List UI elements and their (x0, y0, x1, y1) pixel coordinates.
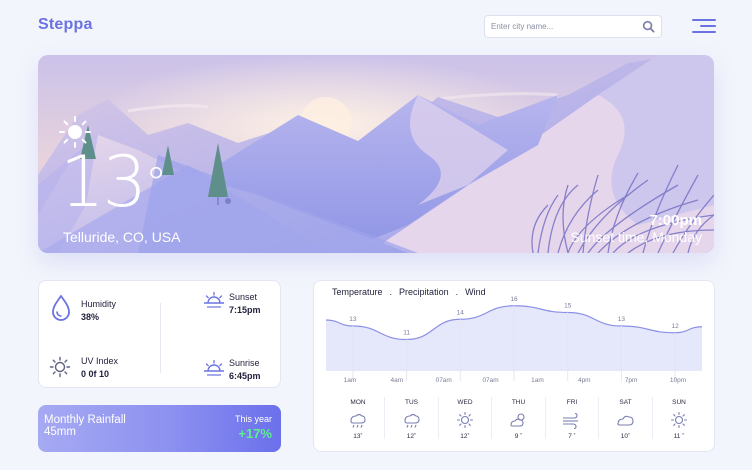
rain-icon (403, 413, 420, 428)
temperature-value: 13 (60, 141, 147, 223)
chart-x-tick-label: 07am (482, 377, 498, 384)
humidity-icon (52, 294, 70, 321)
rainfall-amount: 45mm (44, 426, 76, 438)
chart-x-tick-label: 4pm (578, 377, 591, 384)
forecast-day-separator (437, 397, 439, 439)
chart-data-label: 11 (403, 330, 410, 337)
humidity-value: 38% (81, 312, 100, 322)
sunset-stat-label: Sunset (229, 292, 258, 302)
forecast-day-name: SUN (672, 399, 686, 406)
chart-x-tick-label: 07am (436, 377, 452, 384)
rainfall-title: Monthly Rainfall (44, 414, 126, 426)
cloud-icon (616, 415, 634, 426)
sunrise-icon (204, 359, 224, 376)
sunset-stat-value: 7:15pm (229, 305, 261, 315)
sunset-time: 7:00pm (649, 212, 702, 229)
partly-cloudy-icon (509, 413, 525, 427)
degree-symbol: ° (145, 158, 167, 209)
rain-icon (350, 413, 366, 428)
forecast-day[interactable]: WED 12˚ (443, 399, 487, 440)
forecast-day-temp: 9 ˚ (514, 433, 523, 440)
forecast-day-temp: 10˚ (620, 433, 631, 440)
forecast-day-temp: 12˚ (406, 433, 417, 440)
forecast-card: Temperature . Precipitation . Wind 13 11 1… (313, 280, 715, 452)
forecast-day-separator (384, 397, 385, 439)
chart-x-tick-label: 1am (531, 377, 544, 384)
forecast-day-name: TUS (405, 399, 418, 406)
current-weather-banner: 13° Telluride, CO, USA 7:00pm Sunset tim… (38, 55, 714, 253)
forecast-day-separator (491, 397, 492, 439)
temperature-chart: 13 11 14 16 15 13 12 1am 4am 07am 07am 1am 4pm 7pm 10p… (325, 296, 703, 384)
rainfall-change: +17% (238, 426, 272, 441)
sun-icon (670, 411, 688, 429)
chart-x-tick-label: 4am (391, 377, 404, 384)
uv-index-label: UV Index (81, 356, 119, 366)
menu-icon[interactable] (692, 17, 716, 35)
forecast-day[interactable]: TUS 12˚ (390, 399, 434, 440)
chart-x-tick-label: 10pm (670, 377, 686, 384)
chart-data-label: 13 (349, 316, 357, 323)
forecast-day[interactable]: SAT 10˚ (604, 399, 648, 440)
chart-data-label: 12 (672, 323, 680, 330)
forecast-day[interactable]: FRI 7 ˚ (550, 399, 594, 440)
forecast-day[interactable]: MON 13˚ (336, 399, 380, 440)
chart-x-tick-label: 7pm (625, 377, 638, 384)
forecast-day-name: WED (457, 399, 473, 406)
forecast-day-temp: 13˚ (353, 433, 363, 440)
sun-icon (456, 411, 474, 429)
sunset-icon (204, 291, 224, 308)
forecast-day-temp: 12˚ (460, 433, 470, 440)
humidity-label: Humidity (81, 299, 117, 309)
forecast-day-name: FRI (566, 399, 578, 406)
sunrise-stat-value: 6:45pm (229, 371, 261, 381)
chart-data-label: 16 (510, 296, 518, 303)
sunrise-stat-label: Sunrise (229, 358, 260, 368)
chart-data-label: 15 (564, 303, 572, 310)
stats-divider (160, 303, 161, 373)
forecast-day-separator (598, 397, 599, 439)
forecast-day-separator (544, 397, 546, 439)
location-label: Telluride, CO, USA (63, 229, 181, 245)
app-logo[interactable]: Steppa (38, 16, 93, 34)
forecast-day-name: THU (511, 399, 526, 406)
search-input[interactable] (491, 22, 642, 31)
forecast-day[interactable]: SUN 11 ˚ (657, 399, 701, 440)
forecast-day[interactable]: THU 9 ˚ (497, 399, 541, 440)
forecast-day-temp: 11 ˚ (673, 433, 685, 440)
city-search[interactable] (484, 15, 662, 38)
monthly-rainfall-card[interactable]: Monthly Rainfall 45mm This year +17% (38, 405, 281, 452)
sunset-caption: Sunset time, Monday (570, 229, 702, 245)
wind-icon (563, 412, 578, 429)
forecast-day-name: MON (350, 399, 366, 406)
chart-data-label: 13 (618, 316, 626, 323)
current-temperature: 13° (60, 147, 167, 217)
uv-index-icon (49, 356, 71, 378)
weather-stats-card: Humidity 38% UV Index 0 0f 10 Sunset 7:1… (38, 280, 281, 388)
forecast-day-separator (651, 397, 653, 439)
chart-x-tick-label: 1am (344, 377, 357, 384)
forecast-day-temp: 7 ˚ (568, 433, 576, 440)
uv-index-value: 0 0f 10 (81, 369, 110, 379)
search-icon[interactable] (642, 20, 655, 33)
chart-data-label: 14 (457, 309, 465, 316)
rainfall-period: This year (234, 414, 272, 424)
forecast-day-name: SAT (619, 399, 632, 406)
